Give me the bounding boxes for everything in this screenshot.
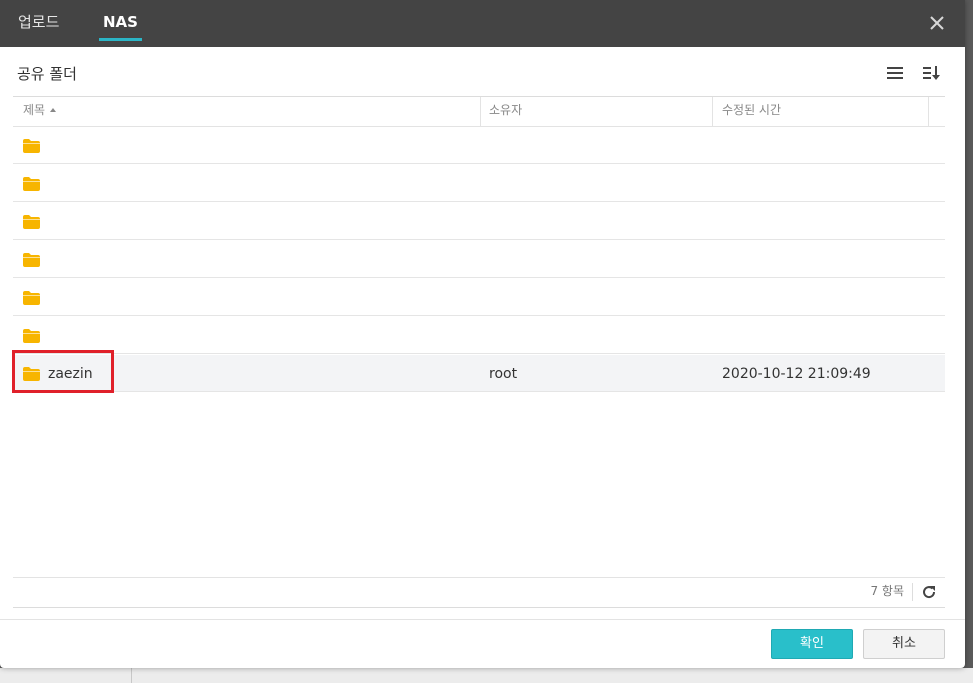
cancel-button[interactable]: 취소: [863, 629, 945, 659]
nas-file-dialog: 업로드 NAS 공유 폴더 제목 소유자 수정된 시간 zaezin root …: [0, 0, 965, 668]
item-count: 7 항목: [870, 584, 904, 598]
folder-icon: [23, 139, 40, 153]
table-row[interactable]: [13, 317, 945, 354]
table-row[interactable]: [13, 165, 945, 202]
redacted-area: [49, 165, 877, 201]
row-modified: 2020-10-12 21:09:49: [722, 366, 871, 382]
list-view-icon[interactable]: [884, 64, 906, 82]
table-header: 제목 소유자 수정된 시간: [13, 97, 945, 127]
redacted-area: [49, 127, 877, 163]
background-divider: [131, 668, 132, 683]
sort-ascending-icon: [50, 108, 57, 112]
table-row-selected[interactable]: zaezin root 2020-10-12 21:09:49: [13, 355, 945, 392]
folder-icon: [23, 291, 40, 305]
highlight-annotation: [12, 350, 114, 393]
table-row[interactable]: [13, 203, 945, 240]
sort-icon[interactable]: [920, 63, 942, 83]
column-header-title[interactable]: 제목: [13, 97, 481, 126]
folder-icon: [23, 177, 40, 191]
column-header-owner[interactable]: 소유자: [481, 97, 713, 126]
page-title: 공유 폴더: [17, 65, 77, 83]
redacted-area: [49, 317, 877, 353]
redacted-area: [49, 279, 877, 315]
column-owner-label: 소유자: [489, 103, 523, 117]
footer-divider: [912, 583, 913, 601]
table-row[interactable]: [13, 127, 945, 164]
column-modified-label: 수정된 시간: [722, 103, 782, 117]
refresh-icon[interactable]: [921, 584, 937, 600]
background-page: [0, 668, 973, 683]
close-icon[interactable]: [923, 9, 951, 37]
redacted-area: [49, 241, 877, 277]
file-table: 제목 소유자 수정된 시간 zaezin root 2020-10-12 21:…: [13, 96, 945, 608]
dialog-footer-divider: [0, 619, 965, 620]
active-tab-indicator: [99, 38, 142, 41]
folder-icon: [23, 253, 40, 267]
ok-button[interactable]: 확인: [771, 629, 853, 659]
table-row[interactable]: [13, 241, 945, 278]
row-owner: root: [489, 366, 518, 382]
redacted-area: [49, 203, 877, 239]
tab-upload[interactable]: 업로드: [18, 0, 59, 47]
tab-nas[interactable]: NAS: [99, 0, 142, 47]
table-row[interactable]: [13, 279, 945, 316]
tab-upload-label: 업로드: [18, 13, 60, 31]
folder-icon: [23, 215, 40, 229]
tab-nas-label: NAS: [103, 13, 138, 31]
column-title-label: 제목: [23, 103, 46, 117]
column-header-modified[interactable]: 수정된 시간: [713, 97, 929, 126]
folder-icon: [23, 329, 40, 343]
dialog-titlebar: 업로드 NAS: [0, 0, 965, 47]
table-footer: 7 항목: [13, 577, 945, 607]
